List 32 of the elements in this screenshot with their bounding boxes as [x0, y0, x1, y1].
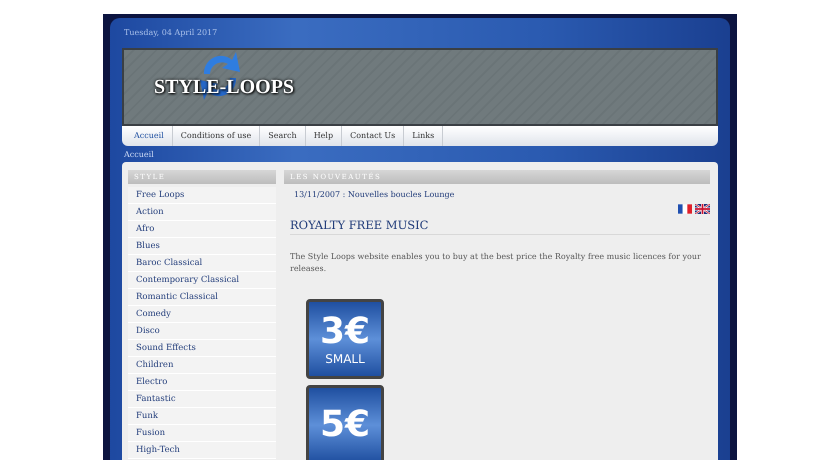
style-link[interactable]: Contemporary Classical	[128, 272, 276, 289]
article-text: The Style Loops website enables you to buy at the best price the Royalty free music licences for your releases.	[290, 251, 702, 275]
style-link[interactable]: Fusion	[128, 425, 276, 442]
style-link[interactable]: Fantastic	[128, 391, 276, 408]
style-link[interactable]: Children	[128, 357, 276, 374]
nav-tab[interactable]: Contact Us	[342, 126, 404, 146]
breadcrumb[interactable]: Accueil	[122, 146, 718, 162]
style-link[interactable]: Baroc Classical	[128, 255, 276, 272]
style-link[interactable]: Sound Effects	[128, 340, 276, 357]
style-link[interactable]: Blues	[128, 238, 276, 255]
style-link[interactable]: Comedy	[128, 306, 276, 323]
price-badge[interactable]: 3€ SMALL	[306, 299, 384, 379]
style-link[interactable]: Afro	[128, 221, 276, 238]
style-link[interactable]: Free Loops	[128, 187, 276, 204]
logo-text[interactable]: STYLE-LOOPS	[154, 76, 294, 98]
nav-tab[interactable]: Help	[306, 126, 342, 146]
nav-tab[interactable]: Search	[260, 126, 306, 146]
style-link[interactable]: Action	[128, 204, 276, 221]
nav-tab[interactable]: Links	[404, 126, 444, 146]
french-flag-icon[interactable]	[678, 204, 692, 214]
header-date: Tuesday, 04 April 2017	[123, 28, 218, 39]
style-link[interactable]: Electro	[128, 374, 276, 391]
style-link[interactable]: Funk	[128, 408, 276, 425]
style-link[interactable]: Romantic Classical	[128, 289, 276, 306]
nav-tab[interactable]: Accueil	[126, 126, 173, 146]
style-link[interactable]: High-Tech	[128, 442, 276, 459]
article-title: ROYALTY FREE MUSIC	[290, 218, 710, 235]
style-link[interactable]: Disco	[128, 323, 276, 340]
british-flag-icon[interactable]	[695, 204, 710, 214]
nav-tab[interactable]: Conditions of use	[172, 126, 260, 146]
news-link[interactable]: 13/11/2007 : Nouvelles boucles Lounge	[284, 187, 710, 202]
price-badge[interactable]: 5€	[306, 385, 384, 460]
